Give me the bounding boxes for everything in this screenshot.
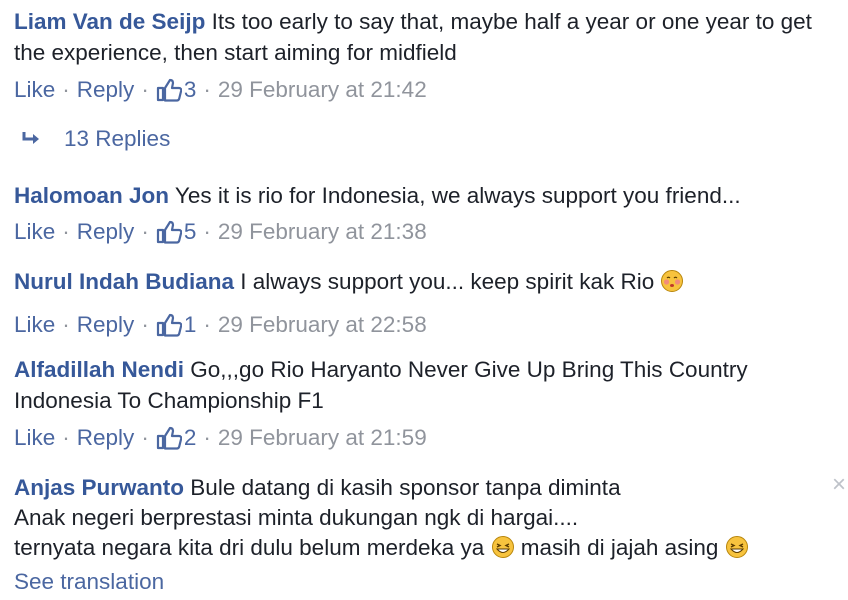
replies-count-label[interactable]: 13 Replies — [64, 124, 170, 154]
comment-text: Liam Van de Seijp Its too early to say t… — [14, 6, 814, 68]
timestamp[interactable]: 29 February at 21:38 — [218, 218, 427, 246]
reply-link[interactable]: Reply — [77, 424, 135, 452]
comment-body: Yes it is rio for Indonesia, we always s… — [174, 183, 741, 208]
reply-link[interactable]: Reply — [77, 311, 135, 339]
comment-text: Alfadillah Nendi Go,,,go Rio Haryanto Ne… — [14, 354, 814, 416]
timestamp[interactable]: 29 February at 21:59 — [218, 424, 427, 452]
reply-link[interactable]: Reply — [77, 218, 135, 246]
like-count: 2 — [183, 425, 197, 450]
like-link[interactable]: Like — [14, 218, 55, 246]
separator: · — [141, 219, 149, 244]
separator: · — [62, 425, 70, 450]
comment-actions: Like · Reply · 5 · 29 February at 21:38 — [14, 218, 814, 246]
timestamp[interactable]: 29 February at 22:58 — [218, 311, 427, 339]
comment-text: Anjas Purwanto Bule datang di kasih spon… — [14, 473, 814, 597]
separator: · — [203, 219, 211, 244]
separator: · — [141, 77, 149, 102]
blush-emoji-icon — [660, 269, 684, 301]
comment-author[interactable]: Nurul Indah Budiana — [14, 269, 234, 294]
comment-text: Halomoan Jon Yes it is rio for Indonesia… — [14, 180, 814, 211]
comment-body: I always support you... keep spirit kak … — [240, 269, 655, 294]
comment-body-line-2: Anak negeri berprestasi minta dukungan n… — [14, 505, 579, 530]
separator: · — [203, 77, 211, 102]
like-count: 1 — [183, 312, 197, 337]
separator: · — [141, 425, 149, 450]
comment-actions: Like · Reply · 2 · 29 February at 21:59 — [14, 424, 814, 452]
comment-author[interactable]: Alfadillah Nendi — [14, 357, 184, 382]
see-translation-link[interactable]: See translation — [14, 567, 814, 597]
like-count: 3 — [183, 77, 197, 102]
separator: · — [62, 312, 70, 337]
like-link[interactable]: Like — [14, 424, 55, 452]
separator: · — [203, 425, 211, 450]
separator: · — [203, 312, 211, 337]
separator: · — [62, 219, 70, 244]
view-replies-link[interactable]: 13 Replies — [20, 124, 170, 154]
reply-link[interactable]: Reply — [77, 76, 135, 104]
comment-author[interactable]: Halomoan Jon — [14, 183, 169, 208]
reply-arrow-icon — [22, 132, 39, 144]
comment-author[interactable]: Anjas Purwanto — [14, 475, 184, 500]
separator: · — [141, 312, 149, 337]
grin-emoji-icon — [491, 535, 515, 567]
comment-3: Nurul Indah Budiana I always support you… — [14, 266, 814, 339]
like-count: 5 — [183, 219, 197, 244]
close-icon[interactable]: × — [832, 473, 846, 497]
comment-1: Liam Van de Seijp Its too early to say t… — [14, 6, 814, 104]
thumbs-up-icon[interactable] — [156, 313, 182, 337]
comment-actions: Like · Reply · 3 · 29 February at 21:42 — [14, 76, 814, 104]
thumbs-up-icon[interactable] — [156, 426, 182, 450]
comment-body-line-3: ternyata negara kita dri dulu belum merd… — [14, 533, 814, 567]
separator: · — [62, 77, 70, 102]
thumbs-up-icon[interactable] — [156, 220, 182, 244]
comment-4: Alfadillah Nendi Go,,,go Rio Haryanto Ne… — [14, 354, 814, 452]
comment-author[interactable]: Liam Van de Seijp — [14, 9, 205, 34]
grin-emoji-icon — [725, 535, 749, 567]
timestamp[interactable]: 29 February at 21:42 — [218, 76, 427, 104]
like-link[interactable]: Like — [14, 76, 55, 104]
thumbs-up-icon[interactable] — [156, 78, 182, 102]
like-link[interactable]: Like — [14, 311, 55, 339]
comment-actions: Like · Reply · 1 · 29 February at 22:58 — [14, 311, 814, 339]
comment-body-line-1: Bule datang di kasih sponsor tanpa dimin… — [190, 475, 621, 500]
comment-5: Anjas Purwanto Bule datang di kasih spon… — [14, 473, 814, 597]
comment-2: Halomoan Jon Yes it is rio for Indonesia… — [14, 180, 814, 246]
comment-text: Nurul Indah Budiana I always support you… — [14, 266, 814, 301]
